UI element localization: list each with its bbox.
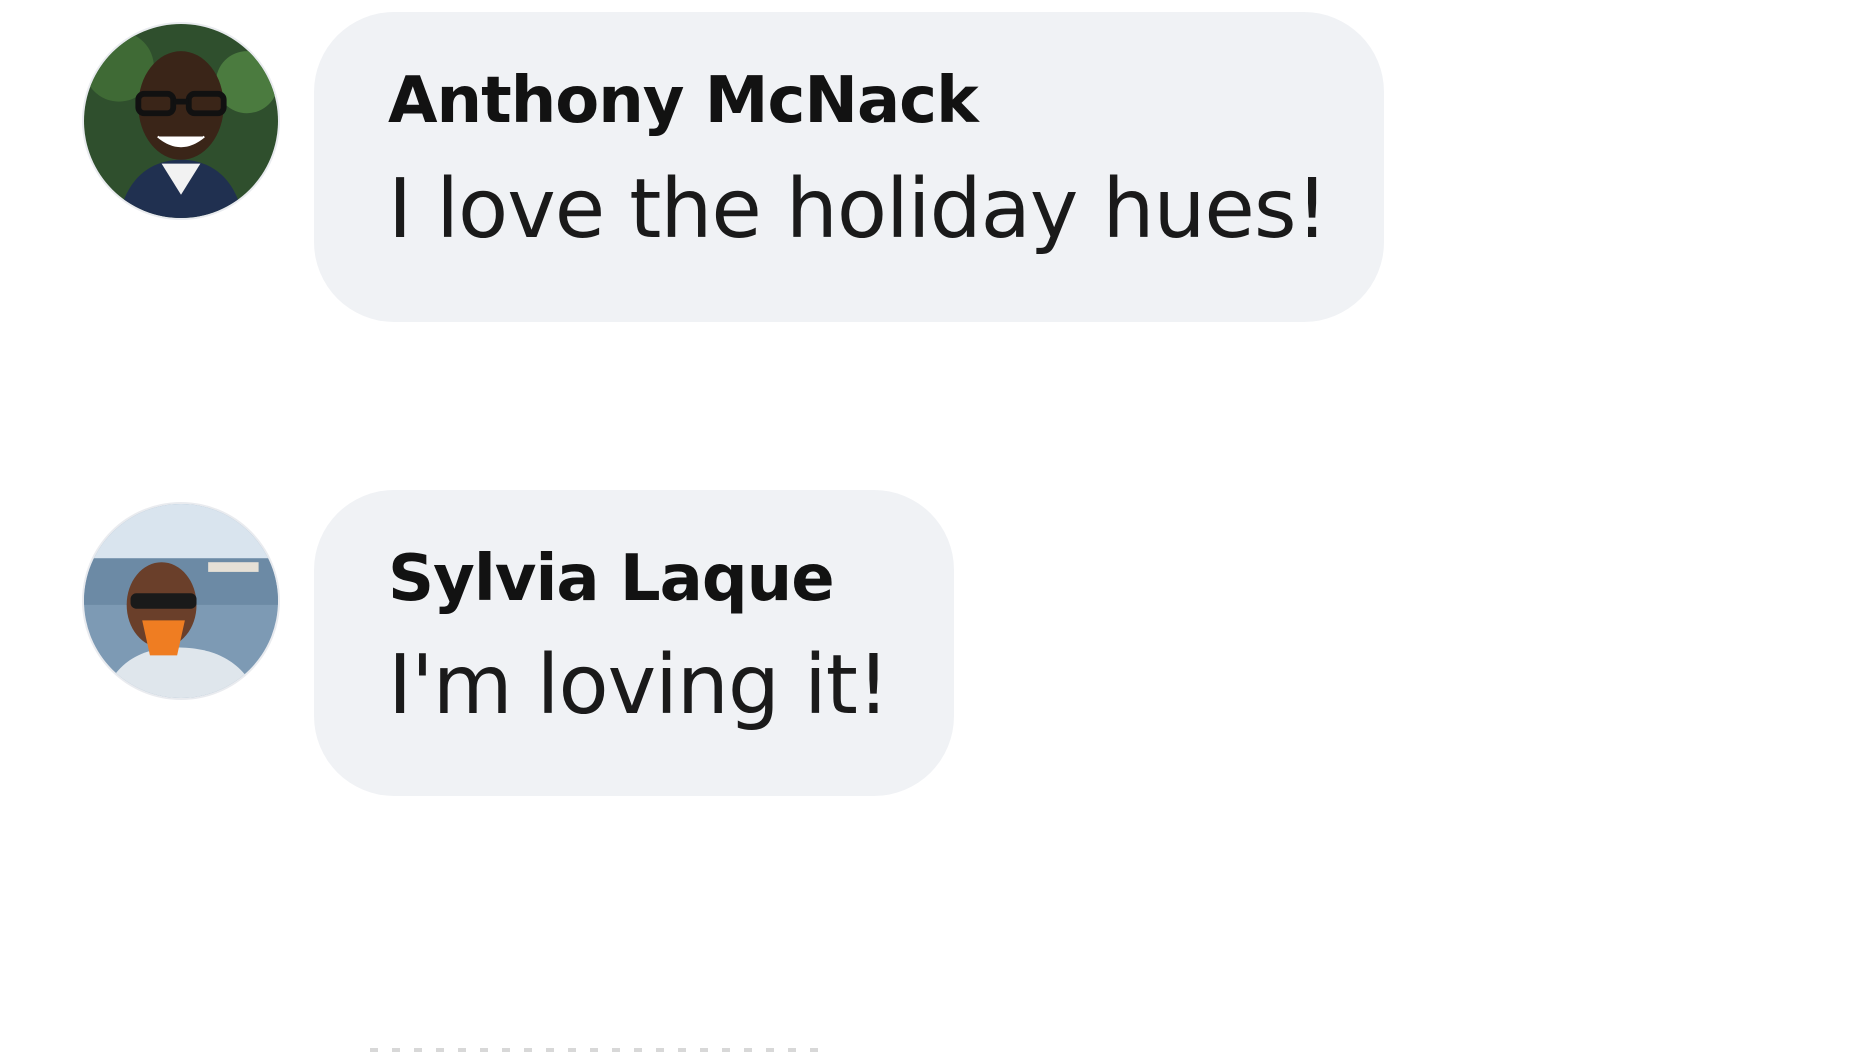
comment-author[interactable]: Sylvia Laque (388, 542, 835, 616)
comment-bubble[interactable]: Sylvia Laque I'm loving it! (314, 490, 954, 796)
comment-author[interactable]: Anthony McNack (388, 64, 979, 138)
comment-text: I'm loving it! (388, 638, 890, 733)
avatar-sylvia-laque[interactable] (84, 504, 278, 698)
comment-thread-item: Sylvia Laque I'm loving it! (0, 478, 1872, 808)
comment-text: I love the holiday hues! (388, 162, 1328, 257)
cropped-content-divider (370, 1048, 830, 1052)
comment-bubble[interactable]: Anthony McNack I love the holiday hues! (314, 12, 1384, 322)
person-avatar-icon (84, 24, 278, 218)
person-avatar-icon (84, 504, 278, 698)
avatar-anthony-mcnack[interactable] (84, 24, 278, 218)
comment-thread-item: Anthony McNack I love the holiday hues! (0, 0, 1872, 330)
